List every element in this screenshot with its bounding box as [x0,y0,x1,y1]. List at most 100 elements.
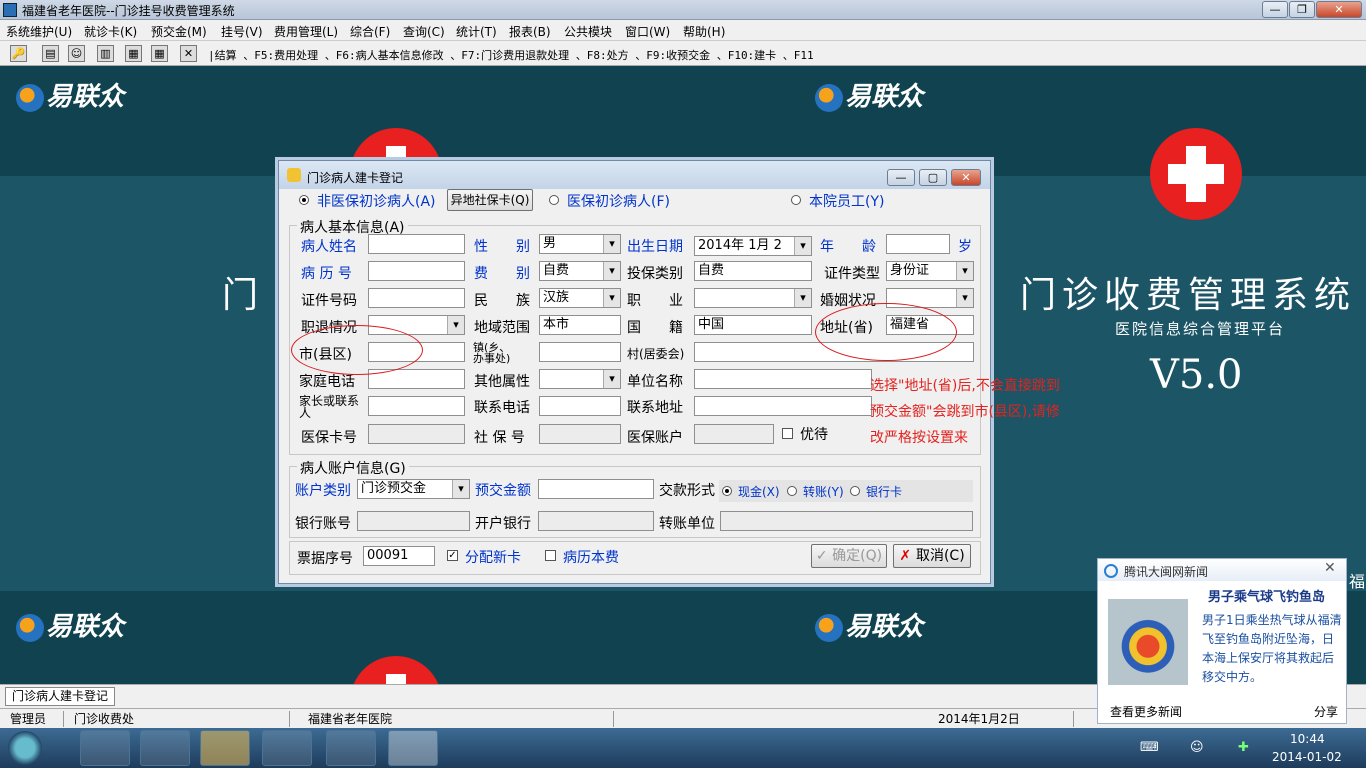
region-input[interactable]: 本市 [539,315,621,335]
radio-staff[interactable] [791,195,801,205]
label-record-no: 病 历 号 [301,266,352,282]
record-no-input[interactable] [368,261,465,281]
other-attr-select[interactable] [539,369,621,389]
label-gender: 性 别 [474,239,530,255]
bank-input[interactable] [538,511,654,531]
tray-keyboard-icon[interactable]: ⌨ [1140,740,1159,755]
dialog-maximize-button[interactable]: ▢ [919,169,947,186]
taskbar-firefox-icon[interactable] [140,730,190,766]
clock-date[interactable]: 2014-01-02 [1272,750,1342,764]
taskbar-guosen-icon[interactable] [326,730,376,766]
nationality-input[interactable]: 中国 [694,315,812,335]
taskbar-his-app-icon[interactable] [388,730,438,766]
annotation-ellipse-city [291,325,423,375]
record-fee-checkbox[interactable] [545,550,556,561]
taskbar-360-icon[interactable] [80,730,130,766]
news-more-link[interactable]: 查看更多新闻 [1110,703,1182,720]
radio-non-insured[interactable] [299,195,309,205]
taskbar-qqbrowser-icon[interactable] [200,730,250,766]
menu-help[interactable]: 帮助(H) [683,23,725,40]
tray-qq-icon[interactable]: ☺ [1190,740,1204,755]
employer-input[interactable] [694,369,872,389]
minimize-button[interactable]: — [1262,1,1288,18]
menu-stats[interactable]: 统计(T) [456,23,497,40]
key-icon[interactable]: 🔑 [10,45,27,62]
menu-fees[interactable]: 费用管理(L) [274,23,338,40]
menu-query[interactable]: 查询(C) [403,23,445,40]
job-select[interactable] [694,288,812,308]
news-close-icon[interactable]: ✕ [1324,560,1336,576]
menu-register[interactable]: 挂号(V) [221,23,263,40]
dob-picker[interactable]: 2014年 1月 2 [694,236,812,256]
id-type-select[interactable]: 身份证 [886,261,974,281]
hotkey-hints: |结算 、F5:费用处理 、F6:病人基本信息修改 、F7:门诊费用退款处理 、… [208,49,814,62]
news-popup: 腾讯大闽网新闻 ✕ 男子乘气球飞钓鱼岛 男子1日乘坐热气球从福清飞至钓鱼岛附近坠… [1097,558,1347,724]
news-headline[interactable]: 男子乘气球飞钓鱼岛 [1208,586,1325,605]
insure-cat-input[interactable]: 自费 [694,261,812,281]
social-no-input[interactable] [539,424,621,444]
clock-time[interactable]: 10:44 [1290,732,1325,746]
menu-card[interactable]: 就诊卡(K) [84,23,137,40]
label-prepay: 预交金额 [475,483,531,499]
card-icon[interactable]: ▤ [42,45,59,62]
fee-type-select[interactable]: 自费 [539,261,621,281]
gender-select[interactable]: 男 [539,234,621,254]
label-name: 病人姓名 [301,239,357,255]
dialog-title: 门诊病人建卡登记 [307,171,404,185]
label-bank: 开户银行 [475,516,531,532]
news-source: 腾讯大闽网新闻 [1124,565,1209,579]
menu-common[interactable]: 公共模块 [564,23,612,40]
close-button[interactable]: ✕ [1316,1,1362,18]
news-share-link[interactable]: 分享 [1314,703,1338,720]
register-icon[interactable]: ▦ [125,45,142,62]
label-guardian: 家长或联系人 [299,394,360,420]
book-icon[interactable]: ▥ [97,45,114,62]
ok-button[interactable]: ✓ 确定(Q) [811,544,887,568]
menu-window[interactable]: 窗口(W) [625,23,670,40]
dialog-minimize-button[interactable]: — [887,169,915,186]
insurance-no-input[interactable] [368,424,465,444]
exit-icon[interactable]: ✕ [180,45,197,62]
radio-cash[interactable] [722,486,732,496]
age-input[interactable] [886,234,950,254]
label-acct-type: 账户类别 [295,483,351,499]
radio-transfer[interactable] [787,486,797,496]
cancel-button[interactable]: ✗ 取消(C) [893,544,971,568]
user-icon[interactable]: ☺ [68,45,85,62]
patient-name-input[interactable] [368,234,465,254]
new-card-checkbox[interactable]: ✓ [447,550,458,561]
menu-system[interactable]: 系统维护(U) [6,23,72,40]
menu-reports[interactable]: 报表(B) [509,23,551,40]
town-input[interactable] [539,342,621,362]
bank-acct-input[interactable] [357,511,470,531]
maximize-button[interactable]: ❐ [1289,1,1315,18]
tray-network-icon[interactable]: ✚ [1238,740,1249,755]
label-insurance-acct: 医保账户 [627,430,683,446]
calculator-icon[interactable]: ▦ [151,45,168,62]
label-id-type: 证件类型 [824,266,880,282]
menu-general[interactable]: 综合(F) [350,23,390,40]
id-no-input[interactable] [368,288,465,308]
contact-phone-input[interactable] [539,396,621,416]
dialog-close-button[interactable]: ✕ [951,169,981,186]
remote-social-card-button[interactable]: 异地社保卡(Q) [447,189,533,211]
ethnic-select[interactable]: 汉族 [539,288,621,308]
taskbar-folder-icon[interactable] [262,730,312,766]
radio-bank-card[interactable] [850,486,860,496]
guardian-input[interactable] [368,396,465,416]
transfer-unit-input[interactable] [720,511,973,531]
prepay-amount-input[interactable] [538,479,654,499]
toolbar: 🔑 ▤ ☺ ▥ ▦ ▦ ✕ |结算 、F5:费用处理 、F6:病人基本信息修改 … [0,41,1366,66]
insurance-acct-input[interactable] [694,424,774,444]
start-button[interactable] [8,731,42,765]
contact-addr-input[interactable] [694,396,872,416]
label-other-attr: 其他属性 [474,374,530,390]
news-image[interactable] [1108,599,1188,685]
acct-type-select[interactable]: 门诊预交金 [357,479,470,499]
x-icon: ✗ [899,548,916,564]
radio-insured[interactable] [549,195,559,205]
priority-checkbox[interactable] [782,428,793,439]
menu-prepay[interactable]: 预交金(M) [151,23,207,40]
receipt-no-input[interactable]: 00091 [363,546,435,566]
tab-card-registration[interactable]: 门诊病人建卡登记 [5,687,116,706]
